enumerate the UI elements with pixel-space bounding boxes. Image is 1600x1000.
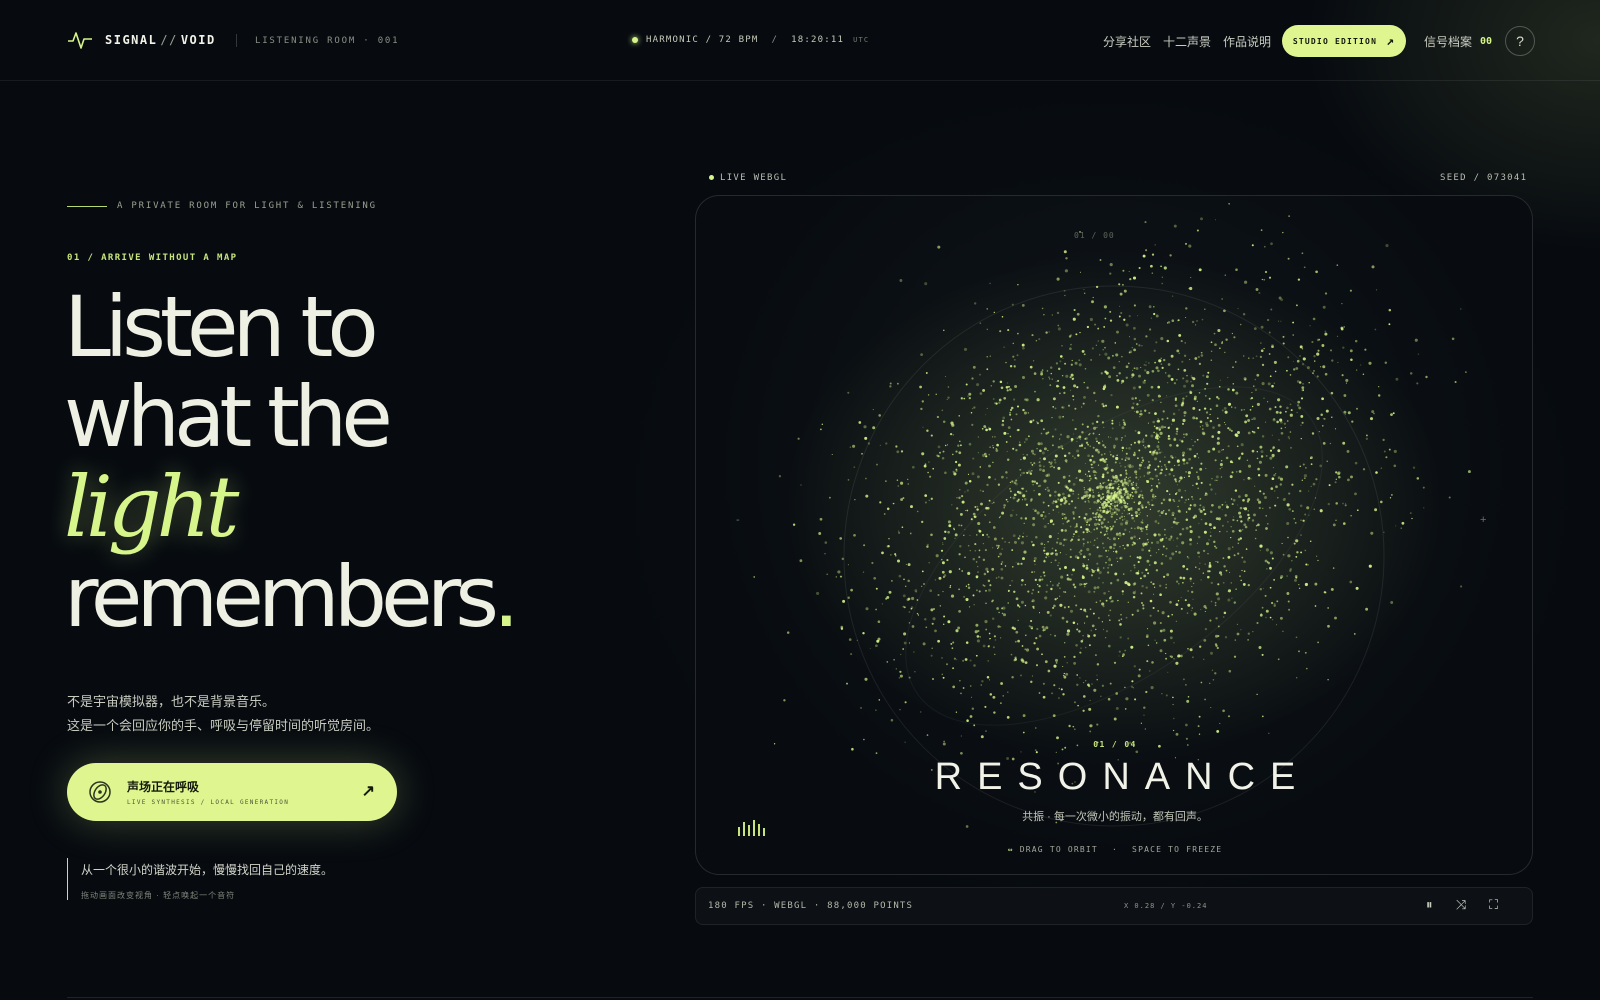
headline-line-4: remembers. bbox=[64, 552, 520, 642]
headline-period: . bbox=[493, 548, 520, 646]
tagline-rule bbox=[67, 205, 107, 207]
status-mode: HARMONIC / 72 BPM bbox=[646, 35, 759, 45]
section-label: 01 / ARRIVE WITHOUT A MAP bbox=[67, 253, 238, 263]
nav-soundscapes[interactable]: 十二声景 bbox=[1163, 33, 1211, 50]
cta-title: 声场正在呼吸 bbox=[127, 780, 200, 794]
status-time: 18:20:11 bbox=[791, 35, 845, 45]
seed-label: SEED / 073041 bbox=[1440, 173, 1528, 183]
pause-icon[interactable]: ⏸ bbox=[1426, 897, 1433, 913]
left-crosshair: - bbox=[736, 514, 740, 526]
scene-counter: 01 / 04 bbox=[1093, 740, 1137, 749]
room-label: LISTENING ROOM · 001 bbox=[255, 36, 400, 46]
brand-separator: // bbox=[160, 33, 178, 47]
tagline: A PRIVATE ROOM FOR LIGHT & LISTENING bbox=[67, 201, 377, 211]
interaction-hint: ⇔ DRAG TO ORBIT · SPACE TO FREEZE bbox=[696, 845, 1532, 854]
fullscreen-icon[interactable]: ⛶ bbox=[1489, 897, 1498, 913]
live-webgl-label: LIVE WEBGL bbox=[709, 173, 787, 183]
orbit-icon: ⇔ bbox=[1007, 845, 1014, 854]
right-crosshair: + bbox=[1480, 514, 1487, 526]
nav-about[interactable]: 作品说明 bbox=[1223, 33, 1271, 50]
audio-level-icon[interactable] bbox=[738, 820, 768, 836]
tagline-text: A PRIVATE ROOM FOR LIGHT & LISTENING bbox=[117, 201, 377, 211]
status-timezone: UTC bbox=[853, 36, 870, 44]
live-dot bbox=[709, 175, 714, 180]
help-button[interactable]: ? bbox=[1505, 26, 1535, 56]
brand-name-left: SIGNAL bbox=[105, 33, 158, 47]
nav-community[interactable]: 分享社区 bbox=[1103, 33, 1151, 50]
disc-icon bbox=[89, 781, 111, 803]
breathing-field-button[interactable]: 声场正在呼吸 LIVE SYNTHESIS / LOCAL GENERATION… bbox=[67, 763, 397, 821]
live-webgl-text: LIVE WEBGL bbox=[720, 173, 788, 183]
scene-subtitle: 共振 · 每一次微小的振动，都有回声。 bbox=[1022, 811, 1208, 823]
hero-headline: Listen to what the light remembers. bbox=[64, 278, 520, 642]
archive-label: 信号档案 bbox=[1424, 35, 1473, 49]
signal-archive-link[interactable]: 信号档案 00 bbox=[1424, 33, 1492, 50]
shuffle-icon[interactable]: ⤨ bbox=[1456, 897, 1466, 913]
headline-word-remembers: remembers bbox=[64, 548, 499, 646]
question-icon: ? bbox=[1516, 33, 1524, 49]
top-header: SIGNAL//VOID LISTENING ROOM · 001 HARMON… bbox=[0, 0, 1600, 81]
hero-quote: 从一个很小的谐波开始，慢慢找回自己的速度。 拖动画面改变视角 · 轻点唤起一个音… bbox=[67, 858, 333, 900]
archive-count: 00 bbox=[1480, 36, 1493, 47]
render-status-bar: 180 FPS · WEBGL · 88,000 POINTS X 0.28 /… bbox=[695, 887, 1533, 925]
intro-line-1: 不是宇宙模拟器，也不是背景音乐。 bbox=[67, 694, 276, 709]
quote-text: 从一个很小的谐波开始，慢慢找回自己的速度。 bbox=[81, 863, 334, 877]
hero-intro: 不是宇宙模拟器，也不是背景音乐。 这是一个会回应你的手、呼吸与停留时间的听觉房间… bbox=[67, 690, 379, 738]
render-stats: 180 FPS · WEBGL · 88,000 POINTS bbox=[708, 901, 914, 911]
webgl-canvas[interactable]: - + 01 / 00 01 / 04 RESONANCE 共振 · 每一次微小… bbox=[695, 195, 1533, 875]
brand-name-right: VOID bbox=[180, 33, 216, 47]
brand-logo[interactable]: SIGNAL//VOID bbox=[67, 28, 216, 52]
studio-edition-button[interactable]: STUDIO EDITION ↗ bbox=[1282, 25, 1406, 57]
quote-hint: 拖动画面改变视角 · 轻点唤起一个音符 bbox=[81, 891, 236, 900]
bottom-divider bbox=[67, 997, 1533, 998]
ring-label: 01 / 00 bbox=[1074, 231, 1115, 240]
brand-name: SIGNAL//VOID bbox=[105, 33, 216, 47]
pulse-icon bbox=[68, 32, 92, 49]
hint-separator: · bbox=[1111, 845, 1119, 854]
status-dot bbox=[632, 37, 638, 43]
hint-drag: DRAG TO ORBIT bbox=[1019, 845, 1098, 854]
headline-line-1: Listen to bbox=[64, 278, 379, 376]
studio-edition-label: STUDIO EDITION bbox=[1292, 36, 1378, 46]
status-readout: HARMONIC / 72 BPM / 18:20:11 UTC bbox=[632, 35, 869, 45]
pointer-coords: X 0.28 / Y -0.24 bbox=[1124, 902, 1208, 910]
arrow-up-right-icon: ↗ bbox=[361, 783, 375, 800]
hint-space: SPACE TO FREEZE bbox=[1132, 845, 1223, 854]
headline-accent: light bbox=[64, 458, 239, 556]
status-separator: / bbox=[771, 35, 779, 45]
header-divider bbox=[236, 34, 237, 47]
scene-title: RESONANCE bbox=[934, 756, 1311, 798]
headline-line-2: what the bbox=[64, 368, 393, 466]
arrow-up-right-icon: ↗ bbox=[1386, 33, 1396, 49]
intro-line-2: 这是一个会回应你的手、呼吸与停留时间的听觉房间。 bbox=[67, 718, 380, 733]
cta-subtitle: LIVE SYNTHESIS / LOCAL GENERATION bbox=[127, 799, 290, 806]
